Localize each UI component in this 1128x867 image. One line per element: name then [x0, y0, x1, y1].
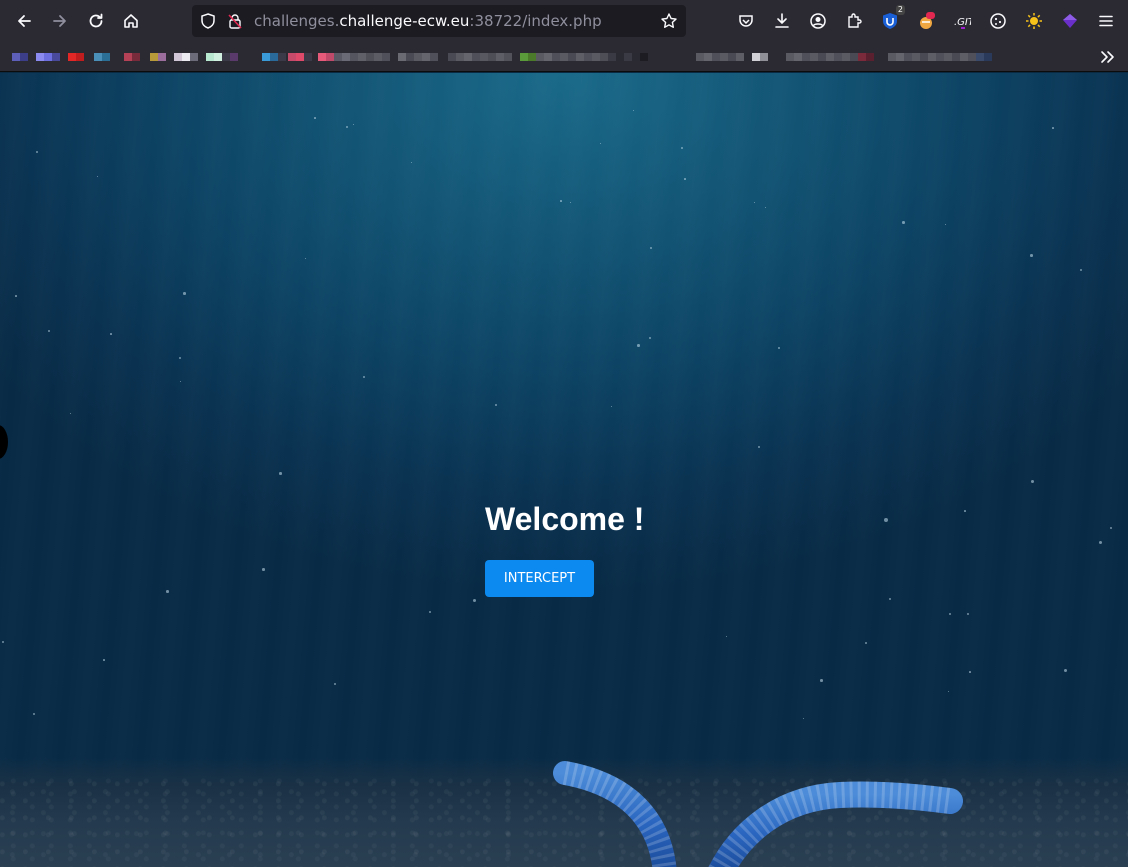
- bookmark-item[interactable]: [448, 46, 512, 68]
- back-icon: [18, 15, 31, 27]
- dev-ext-icon: .GIT: [954, 17, 971, 29]
- bookmark-item[interactable]: [36, 46, 60, 68]
- menu-button[interactable]: [1095, 10, 1117, 32]
- purple-ext-button[interactable]: [1059, 10, 1081, 32]
- url-host: challenge-ecw.eu: [339, 12, 470, 30]
- bookmark-item[interactable]: [68, 46, 84, 68]
- url-prefix: challenges.: [254, 12, 340, 30]
- bookmark-item[interactable]: [288, 46, 312, 68]
- url-suffix: :38722/index.php: [469, 12, 602, 30]
- svg-text:.GIT: .GIT: [954, 17, 971, 28]
- ublock-icon: [883, 13, 897, 29]
- intercept-button[interactable]: INTERCEPT: [485, 560, 594, 597]
- pocket-button[interactable]: [735, 10, 757, 32]
- forward-button[interactable]: [46, 7, 74, 35]
- download-icon: [775, 13, 789, 28]
- ublock-badge: 2: [895, 5, 905, 15]
- extensions-button[interactable]: [843, 10, 865, 32]
- reload-icon: [89, 13, 103, 28]
- pocket-icon: [739, 15, 753, 27]
- bookmark-item[interactable]: [262, 46, 286, 68]
- bookmark-item[interactable]: [12, 46, 28, 68]
- bookmark-item[interactable]: [318, 46, 390, 68]
- bookmark-item[interactable]: [696, 46, 768, 68]
- bookmark-item[interactable]: [174, 46, 198, 68]
- sun-icon: [1026, 13, 1042, 29]
- bookmark-item[interactable]: [520, 46, 648, 68]
- home-icon: [124, 14, 138, 28]
- bookmark-item[interactable]: [124, 46, 140, 68]
- bookmark-item[interactable]: [206, 46, 238, 68]
- bookmark-item[interactable]: [150, 46, 166, 68]
- chevrons-right-icon: [1101, 51, 1114, 63]
- url-text[interactable]: challenges.challenge-ecw.eu:38722/index.…: [254, 12, 602, 30]
- bookmark-item[interactable]: [786, 46, 874, 68]
- ext-badge-icon: [920, 12, 935, 29]
- reload-button[interactable]: [82, 7, 110, 35]
- bookmark-star-icon[interactable]: [660, 12, 678, 30]
- purple-ext-icon: [1063, 14, 1077, 28]
- bookmarks-overflow-button[interactable]: [1098, 47, 1118, 67]
- shield-icon[interactable]: [199, 12, 217, 30]
- url-bar[interactable]: challenges.challenge-ecw.eu:38722/index.…: [192, 5, 686, 37]
- bookmark-item[interactable]: [94, 46, 110, 68]
- download-button[interactable]: [771, 10, 793, 32]
- cookie-button[interactable]: [987, 10, 1009, 32]
- bookmark-item[interactable]: [398, 46, 438, 68]
- bookmark-item[interactable]: [888, 46, 992, 68]
- welcome-heading: Welcome !: [485, 501, 645, 537]
- back-button[interactable]: [10, 7, 38, 35]
- browser-toolbar: challenges.challenge-ecw.eu:38722/index.…: [0, 0, 1128, 42]
- undersea-cable-image: [553, 761, 963, 867]
- home-button[interactable]: [117, 7, 145, 35]
- dev-ext-button[interactable]: .GIT: [951, 10, 973, 32]
- ext-badge-button[interactable]: [915, 10, 937, 32]
- lock-icon[interactable]: [226, 12, 244, 30]
- sun-button[interactable]: [1023, 10, 1045, 32]
- account-icon: [810, 13, 826, 29]
- menu-icon: [1099, 15, 1113, 27]
- account-button[interactable]: [807, 10, 829, 32]
- forward-icon: [53, 15, 66, 27]
- page-viewport: Welcome ! INTERCEPT: [0, 73, 1128, 867]
- bookmarks-toolbar: [0, 42, 1128, 72]
- extensions-icon: [848, 13, 862, 28]
- cookie-icon: [990, 13, 1006, 29]
- ublock-button[interactable]: 2: [879, 5, 905, 32]
